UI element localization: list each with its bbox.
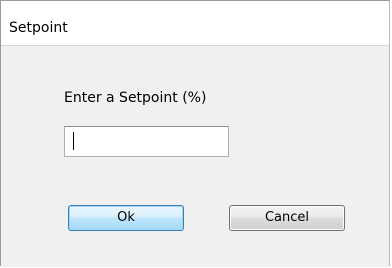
setpoint-prompt-label: Enter a Setpoint (%)	[64, 90, 207, 106]
dialog-body: Enter a Setpoint (%) Ok Cancel	[1, 46, 389, 267]
setpoint-input[interactable]	[64, 126, 229, 157]
ok-button[interactable]: Ok	[68, 205, 184, 231]
dialog-title: Setpoint	[9, 20, 68, 36]
dialog-titlebar[interactable]: Setpoint	[1, 1, 389, 46]
cancel-button[interactable]: Cancel	[229, 205, 345, 231]
setpoint-dialog: Setpoint Enter a Setpoint (%) Ok Cancel	[0, 0, 390, 267]
text-cursor	[73, 132, 74, 150]
